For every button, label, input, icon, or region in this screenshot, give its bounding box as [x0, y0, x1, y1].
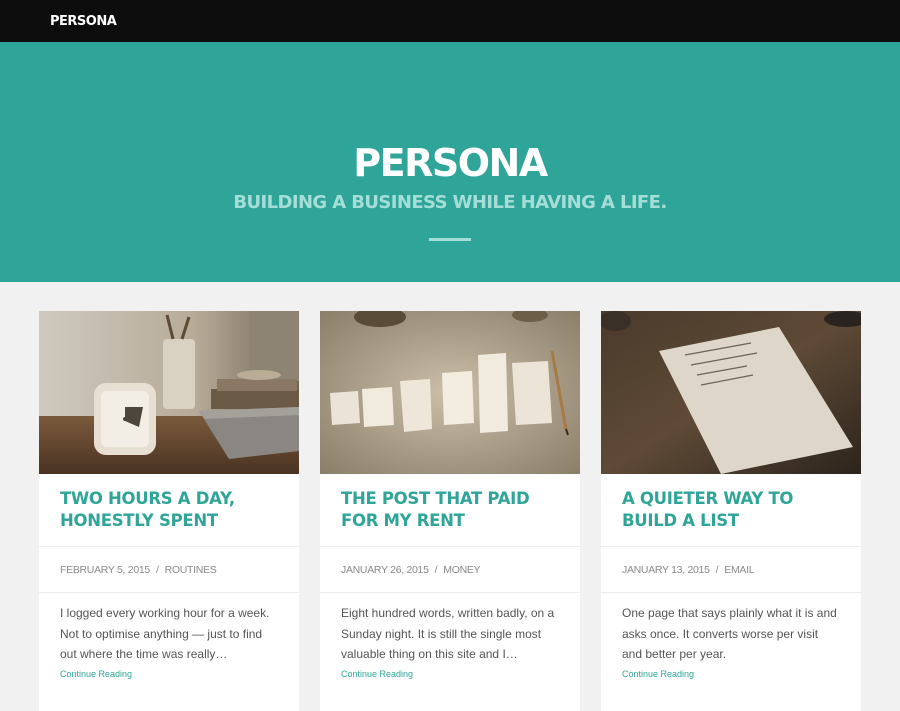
post-excerpt: One page that says plainly what it is an…: [622, 606, 837, 661]
post-title[interactable]: A QUIETER WAY TO BUILD A LIST: [601, 474, 861, 547]
post-title[interactable]: TWO HOURS A DAY, HONESTLY SPENT: [39, 474, 299, 547]
post-category-link[interactable]: MONEY: [443, 564, 480, 576]
post-card: TWO HOURS A DAY, HONESTLY SPENT FEBRUARY…: [39, 311, 299, 711]
site-title: PERSONA: [353, 141, 548, 185]
post-meta: JANUARY 13, 2015 / EMAIL: [601, 547, 861, 593]
hero-divider: [429, 238, 471, 241]
post-date: FEBRUARY 5, 2015: [60, 563, 150, 576]
meta-separator: /: [715, 563, 719, 576]
post-title[interactable]: THE POST THAT PAID FOR MY RENT: [320, 474, 580, 547]
post-excerpt: I logged every working hour for a week. …: [60, 606, 270, 661]
post-meta: JANUARY 26, 2015 / MONEY: [320, 547, 580, 593]
site-tagline: BUILDING A BUSINESS WHILE HAVING A LIFE.: [233, 192, 667, 213]
post-thumbnail-paper-notes[interactable]: [320, 311, 580, 474]
site-logo-link[interactable]: PERSONA: [50, 14, 117, 29]
post-meta: FEBRUARY 5, 2015 / ROUTINES: [39, 547, 299, 593]
post-category-link[interactable]: EMAIL: [724, 564, 754, 576]
post-date: JANUARY 13, 2015: [622, 563, 710, 576]
post-category-link[interactable]: ROUTINES: [165, 564, 217, 576]
post-thumbnail-handwritten-letter[interactable]: [601, 311, 861, 474]
continue-reading-link[interactable]: Continue Reading: [601, 665, 861, 683]
post-excerpt: Eight hundred words, written badly, on a…: [341, 606, 555, 661]
post-grid: TWO HOURS A DAY, HONESTLY SPENT FEBRUARY…: [39, 311, 861, 711]
post-card: A QUIETER WAY TO BUILD A LIST JANUARY 13…: [601, 311, 861, 711]
continue-reading-link[interactable]: Continue Reading: [320, 665, 580, 683]
continue-reading-link[interactable]: Continue Reading: [39, 665, 299, 683]
top-nav-bar: PERSONA: [0, 0, 900, 44]
post-card: THE POST THAT PAID FOR MY RENT JANUARY 2…: [320, 311, 580, 711]
post-thumbnail-desk-clock[interactable]: [39, 311, 299, 474]
post-date: JANUARY 26, 2015: [341, 563, 429, 576]
meta-separator: /: [155, 563, 159, 576]
hero-banner: PERSONA BUILDING A BUSINESS WHILE HAVING…: [0, 44, 900, 282]
meta-separator: /: [434, 563, 438, 576]
